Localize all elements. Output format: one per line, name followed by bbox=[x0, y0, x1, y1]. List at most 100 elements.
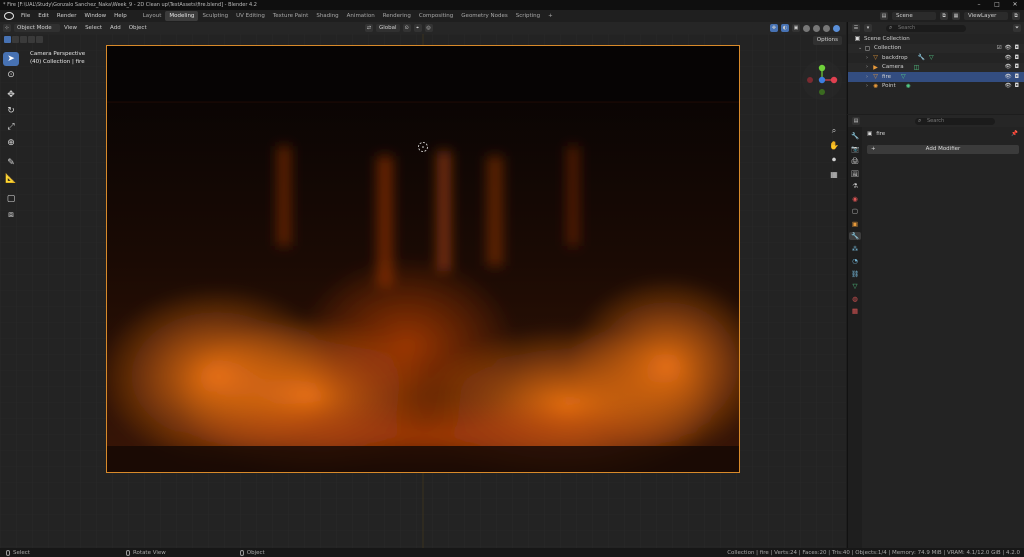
tool-tab-icon[interactable]: 🔧 bbox=[849, 132, 861, 140]
select-extend-icon[interactable] bbox=[12, 36, 19, 43]
menu-view[interactable]: View bbox=[60, 25, 81, 31]
blender-logo-icon[interactable] bbox=[4, 12, 14, 20]
outliner-row-scene-collection[interactable]: ▣ Scene Collection bbox=[848, 34, 1024, 44]
material-shading-icon[interactable] bbox=[823, 24, 830, 32]
tab-rendering[interactable]: Rendering bbox=[379, 11, 415, 21]
select-new-icon[interactable] bbox=[4, 36, 11, 43]
physics-tab-icon[interactable]: ◔ bbox=[849, 257, 861, 265]
tab-compositing[interactable]: Compositing bbox=[415, 11, 457, 21]
texture-tab-icon[interactable]: ▦ bbox=[849, 307, 861, 315]
pin-icon[interactable]: 📌 bbox=[1011, 131, 1018, 137]
close-button[interactable]: ✕ bbox=[1006, 0, 1024, 10]
camera-render-icon[interactable]: ◘ bbox=[1015, 83, 1019, 89]
outliner-search-input[interactable]: Search bbox=[886, 24, 966, 32]
modifier-tab-icon[interactable]: 🔧 bbox=[849, 232, 861, 240]
outliner-row-backdrop[interactable]: › ▽ backdrop 🔧 ▽ 👁 ◘ bbox=[848, 53, 1024, 63]
tab-sculpting[interactable]: Sculpting bbox=[198, 11, 232, 21]
camera-render-icon[interactable]: ◘ bbox=[1015, 55, 1019, 61]
properties-editor-icon[interactable]: ▤ bbox=[852, 117, 860, 125]
eye-icon[interactable]: 👁 bbox=[1005, 45, 1012, 51]
data-tab-icon[interactable]: ▽ bbox=[849, 282, 861, 290]
mesh-data-icon[interactable]: ▽ bbox=[929, 54, 934, 61]
tab-layout[interactable]: Layout bbox=[139, 11, 166, 21]
wireframe-shading-icon[interactable] bbox=[803, 24, 810, 32]
tab-uv-editing[interactable]: UV Editing bbox=[232, 11, 269, 21]
select-intersect-icon[interactable] bbox=[36, 36, 43, 43]
3d-cursor-icon[interactable] bbox=[416, 140, 430, 154]
editor-type-icon[interactable]: ⊹ bbox=[3, 24, 11, 32]
camera-view-icon[interactable]: ⏺ bbox=[829, 155, 839, 165]
select-invert-icon[interactable] bbox=[28, 36, 35, 43]
scene-field[interactable]: Scene bbox=[892, 12, 936, 20]
cursor-tool-icon[interactable]: ⊙ bbox=[3, 68, 19, 82]
output-tab-icon[interactable]: 🖨 bbox=[849, 157, 861, 165]
camera-render-icon[interactable]: ◘ bbox=[1015, 64, 1019, 70]
rotate-tool-icon[interactable]: ↻ bbox=[3, 104, 19, 118]
constraints-tab-icon[interactable]: ⛓ bbox=[849, 270, 861, 278]
camera-data-icon[interactable]: ◫ bbox=[914, 64, 920, 71]
rendered-shading-icon[interactable] bbox=[833, 24, 840, 32]
scene-tab-icon[interactable]: ⚗ bbox=[849, 182, 861, 190]
proportional-edit-icon[interactable]: ◎ bbox=[424, 24, 433, 32]
add-cube-tool-icon[interactable]: ▢ bbox=[3, 192, 19, 206]
snap-icon[interactable]: ⌖ bbox=[413, 24, 422, 32]
menu-select[interactable]: Select bbox=[81, 25, 106, 31]
mode-dropdown[interactable]: Object Mode bbox=[14, 24, 60, 32]
perspective-toggle-icon[interactable]: ▦ bbox=[829, 170, 839, 179]
3d-viewport[interactable]: Camera Perspective (40) Collection | fir… bbox=[0, 34, 846, 548]
menu-file[interactable]: File bbox=[17, 13, 34, 19]
tab-animation[interactable]: Animation bbox=[343, 11, 379, 21]
world-tab-icon[interactable]: ◉ bbox=[849, 195, 861, 203]
checkbox-icon[interactable]: ☑ bbox=[997, 45, 1002, 51]
options-dropdown[interactable]: Options bbox=[812, 36, 842, 45]
collection-tab-icon[interactable]: ▢ bbox=[849, 207, 861, 215]
transform-tool-icon[interactable]: ⊕ bbox=[3, 136, 19, 150]
measure-tool-icon[interactable]: 📐 bbox=[3, 172, 19, 186]
tab-shading[interactable]: Shading bbox=[312, 11, 342, 21]
outliner-editor-icon[interactable]: ☰ bbox=[852, 24, 860, 32]
maximize-button[interactable]: □ bbox=[988, 0, 1006, 10]
xray-icon[interactable]: ▣ bbox=[792, 24, 800, 32]
zoom-icon[interactable]: ⌕ bbox=[829, 126, 839, 136]
pan-hand-icon[interactable]: ✋ bbox=[829, 141, 839, 150]
add-modifier-button[interactable]: Add Modifier bbox=[867, 145, 1019, 154]
view-layer-tab-icon[interactable]: 🖼 bbox=[849, 170, 861, 178]
outliner-row-fire[interactable]: › ▽ fire ▽ 👁 ◘ bbox=[848, 72, 1024, 82]
move-tool-icon[interactable]: ✥ bbox=[3, 88, 19, 102]
scene-icon[interactable]: ▤ bbox=[880, 12, 888, 20]
orientation-icon[interactable]: ⇄ bbox=[365, 24, 373, 32]
camera-render-icon[interactable]: ◘ bbox=[1015, 45, 1019, 51]
scale-tool-icon[interactable]: ⤢ bbox=[3, 120, 19, 134]
minimize-button[interactable]: – bbox=[970, 0, 988, 10]
material-tab-icon[interactable]: ◍ bbox=[849, 295, 861, 303]
tab-texture-paint[interactable]: Texture Paint bbox=[269, 11, 313, 21]
camera-render-icon[interactable]: ◘ bbox=[1015, 74, 1019, 80]
new-view-layer-icon[interactable]: ⧉ bbox=[1012, 12, 1020, 20]
eye-icon[interactable]: 👁 bbox=[1005, 55, 1012, 61]
menu-render[interactable]: Render bbox=[53, 13, 81, 19]
menu-add[interactable]: Add bbox=[106, 25, 125, 31]
menu-object[interactable]: Object bbox=[125, 25, 151, 31]
navigation-gizmo[interactable] bbox=[800, 58, 844, 102]
particles-tab-icon[interactable]: ⁂ bbox=[849, 245, 861, 253]
render-tab-icon[interactable]: 📷 bbox=[849, 145, 861, 153]
menu-edit[interactable]: Edit bbox=[34, 13, 53, 19]
menu-window[interactable]: Window bbox=[80, 13, 110, 19]
display-mode-icon[interactable]: ▾ bbox=[864, 24, 872, 32]
select-tool-icon[interactable]: ➤ bbox=[3, 52, 19, 66]
solid-shading-icon[interactable] bbox=[813, 24, 820, 32]
add-workspace-button[interactable]: + bbox=[544, 11, 557, 21]
modifier-icon[interactable]: 🔧 bbox=[918, 54, 925, 61]
mesh-data-icon[interactable]: ▽ bbox=[901, 73, 906, 80]
annotate-tool-icon[interactable]: ✎ bbox=[3, 156, 19, 170]
eye-icon[interactable]: 👁 bbox=[1005, 74, 1012, 80]
tab-scripting[interactable]: Scripting bbox=[512, 11, 544, 21]
view-layer-field[interactable]: ViewLayer bbox=[964, 12, 1008, 20]
outliner-row-collection[interactable]: ⌄ ▢ Collection ☑ 👁 ◘ bbox=[848, 43, 1024, 53]
new-scene-icon[interactable]: ⧉ bbox=[940, 12, 948, 20]
properties-search-input[interactable]: Search bbox=[915, 117, 995, 125]
tab-modeling[interactable]: Modeling bbox=[165, 11, 199, 21]
eye-icon[interactable]: 👁 bbox=[1005, 83, 1012, 89]
outliner-row-point[interactable]: › ✺ Point ✺ 👁 ◘ bbox=[848, 82, 1024, 92]
view-layer-icon[interactable]: ▦ bbox=[952, 12, 960, 20]
